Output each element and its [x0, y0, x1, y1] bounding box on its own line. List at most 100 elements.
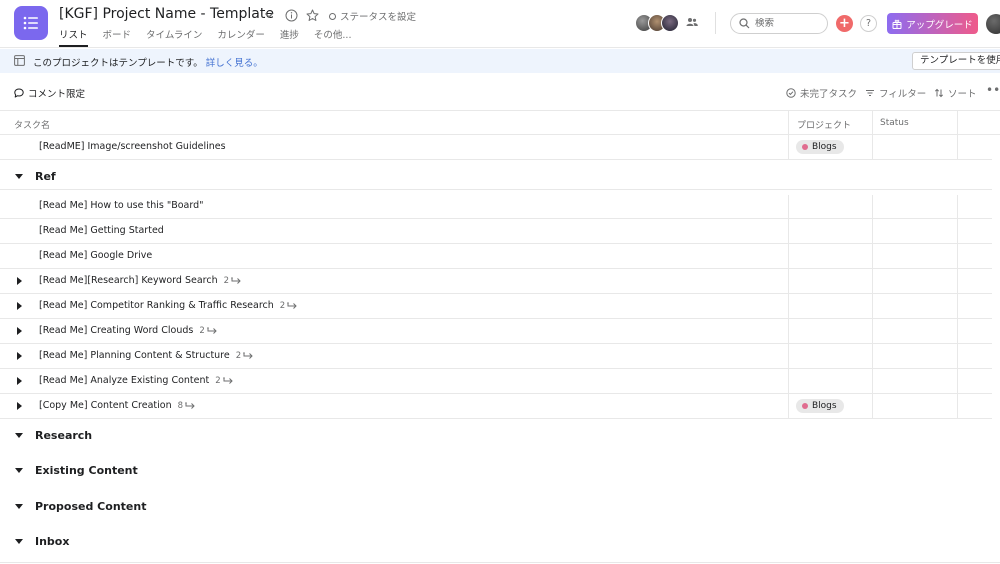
task-name[interactable]: [Read Me][Research] Keyword Search 2 — [39, 275, 241, 286]
user-avatar[interactable] — [986, 14, 1000, 34]
subtask-icon — [243, 351, 253, 359]
project-tag[interactable]: Blogs — [796, 399, 844, 413]
star-icon[interactable] — [305, 8, 319, 22]
info-icon[interactable] — [284, 8, 298, 22]
banner-text: このプロジェクトはテンプレートです。 詳しく見る。 — [33, 58, 263, 69]
collapse-caret-icon[interactable] — [15, 468, 23, 473]
table-row[interactable]: [Read Me] Google Drive — [0, 244, 992, 269]
column-task-name[interactable]: タスク名 — [14, 118, 50, 131]
subtask-count[interactable]: 2 — [280, 301, 297, 311]
column-status[interactable]: Status — [880, 118, 909, 128]
section-inbox[interactable]: Inbox — [0, 530, 992, 555]
task-name[interactable]: [Read Me] Analyze Existing Content 2 — [39, 375, 233, 386]
expand-caret-icon[interactable] — [17, 402, 22, 410]
collapse-caret-icon[interactable] — [15, 433, 23, 438]
subtask-count[interactable]: 2 — [224, 276, 241, 286]
tab-progress[interactable]: 進捗 — [280, 27, 299, 47]
project-title[interactable]: [KGF] Project Name - Template — [59, 6, 274, 22]
set-status-button[interactable]: ステータスを設定 — [329, 9, 416, 23]
use-template-button[interactable]: テンプレートを使用 — [912, 52, 1000, 70]
filter-button[interactable]: フィルター — [865, 86, 926, 100]
learn-more-link[interactable]: 詳しく見る。 — [206, 58, 263, 69]
sort-button[interactable]: ソート — [934, 86, 977, 100]
table-row[interactable]: [Read Me] Competitor Ranking & Traffic R… — [0, 294, 992, 319]
task-name[interactable]: [Read Me] Competitor Ranking & Traffic R… — [39, 300, 297, 311]
section-title[interactable]: Proposed Content — [35, 500, 146, 513]
column-project[interactable]: プロジェクト — [797, 118, 851, 131]
table-row[interactable]: [ReadME] Image/screenshot Guidelines Blo… — [0, 135, 992, 160]
table-row[interactable]: [Read Me] Planning Content & Structure 2 — [0, 344, 992, 369]
search-icon — [739, 18, 750, 29]
project-list-icon[interactable] — [14, 6, 48, 40]
task-name[interactable]: [ReadME] Image/screenshot Guidelines — [39, 141, 226, 152]
subtask-icon — [185, 401, 195, 409]
column-headers: タスク名 プロジェクト Status — [0, 110, 1000, 135]
table-row[interactable]: [Read Me] Creating Word Clouds 2 — [0, 319, 992, 344]
expand-caret-icon[interactable] — [17, 277, 22, 285]
project-tag[interactable]: Blogs — [796, 140, 844, 154]
task-name[interactable]: [Read Me] Creating Word Clouds 2 — [39, 325, 217, 336]
subtask-icon — [222, 376, 233, 384]
subtask-count[interactable]: 2 — [199, 326, 217, 336]
avatar[interactable] — [661, 14, 679, 32]
tab-list[interactable]: リスト — [59, 27, 88, 47]
help-button[interactable]: ? — [860, 15, 877, 32]
subtask-icon — [287, 301, 297, 309]
section-title[interactable]: Research — [35, 429, 92, 442]
project-color-dot — [802, 403, 808, 409]
subtask-count[interactable]: 2 — [215, 376, 233, 386]
task-name[interactable]: [Read Me] Google Drive — [39, 250, 152, 261]
member-avatars[interactable] — [635, 14, 679, 32]
table-row[interactable]: [Read Me] Getting Started — [0, 219, 992, 244]
table-row[interactable]: [Read Me] Analyze Existing Content 2 — [0, 369, 992, 394]
tab-calendar[interactable]: カレンダー — [217, 27, 265, 47]
comment-only-badge[interactable]: コメント限定 — [14, 86, 85, 100]
table-row[interactable]: [Read Me] How to use this "Board" — [0, 194, 992, 219]
subtask-count[interactable]: 8 — [178, 401, 195, 411]
add-button[interactable]: + — [836, 15, 853, 32]
tab-more[interactable]: その他... — [314, 27, 352, 47]
table-row[interactable]: [Copy Me] Content Creation 8 Blogs — [0, 394, 992, 419]
search-input[interactable] — [755, 18, 815, 29]
search-box[interactable] — [730, 13, 828, 34]
collapse-caret-icon[interactable] — [15, 539, 23, 544]
list-icon — [23, 16, 38, 30]
section-title[interactable]: Ref — [35, 170, 56, 183]
table-row[interactable]: [Read Me][Research] Keyword Search 2 — [0, 269, 992, 294]
project-color-dot — [802, 144, 808, 150]
task-name[interactable]: [Read Me] How to use this "Board" — [39, 200, 204, 211]
subtask-count[interactable]: 2 — [236, 351, 253, 361]
collapse-caret-icon[interactable] — [15, 174, 23, 179]
upgrade-button[interactable]: アップグレード — [887, 13, 978, 34]
template-banner: このプロジェクトはテンプレートです。 詳しく見る。 テンプレートを使用 — [0, 49, 1000, 73]
filter-icon — [866, 89, 874, 97]
subtask-icon — [231, 276, 241, 284]
tab-timeline[interactable]: タイムライン — [146, 27, 202, 47]
section-research[interactable]: Research — [0, 424, 992, 449]
subtask-icon — [206, 326, 217, 334]
section-ref[interactable]: Ref — [0, 165, 992, 190]
task-name[interactable]: [Read Me] Getting Started — [39, 225, 164, 236]
check-circle-icon — [786, 88, 796, 98]
sort-icon — [934, 88, 944, 98]
task-name[interactable]: [Read Me] Planning Content & Structure 2 — [39, 350, 253, 361]
expand-caret-icon[interactable] — [17, 327, 22, 335]
expand-caret-icon[interactable] — [17, 377, 22, 385]
task-name[interactable]: [Copy Me] Content Creation 8 — [39, 400, 195, 411]
collapse-caret-icon[interactable] — [15, 504, 23, 509]
expand-caret-icon[interactable] — [17, 302, 22, 310]
section-proposed-content[interactable]: Proposed Content — [0, 495, 992, 520]
section-title[interactable]: Existing Content — [35, 464, 138, 477]
incomplete-tasks-filter[interactable]: 未完了タスク — [786, 86, 857, 100]
chevron-down-icon[interactable] — [262, 8, 276, 22]
comment-icon — [14, 88, 24, 98]
header-divider — [715, 12, 716, 34]
tab-board[interactable]: ボード — [103, 27, 132, 47]
members-icon[interactable] — [686, 17, 698, 30]
section-title[interactable]: Inbox — [35, 535, 69, 548]
status-circle-icon — [329, 12, 336, 20]
more-options-icon[interactable]: ••• — [986, 83, 1000, 97]
section-existing-content[interactable]: Existing Content — [0, 459, 992, 484]
expand-caret-icon[interactable] — [17, 352, 22, 360]
view-tabs: リスト ボード タイムライン カレンダー 進捗 その他... — [59, 27, 366, 47]
